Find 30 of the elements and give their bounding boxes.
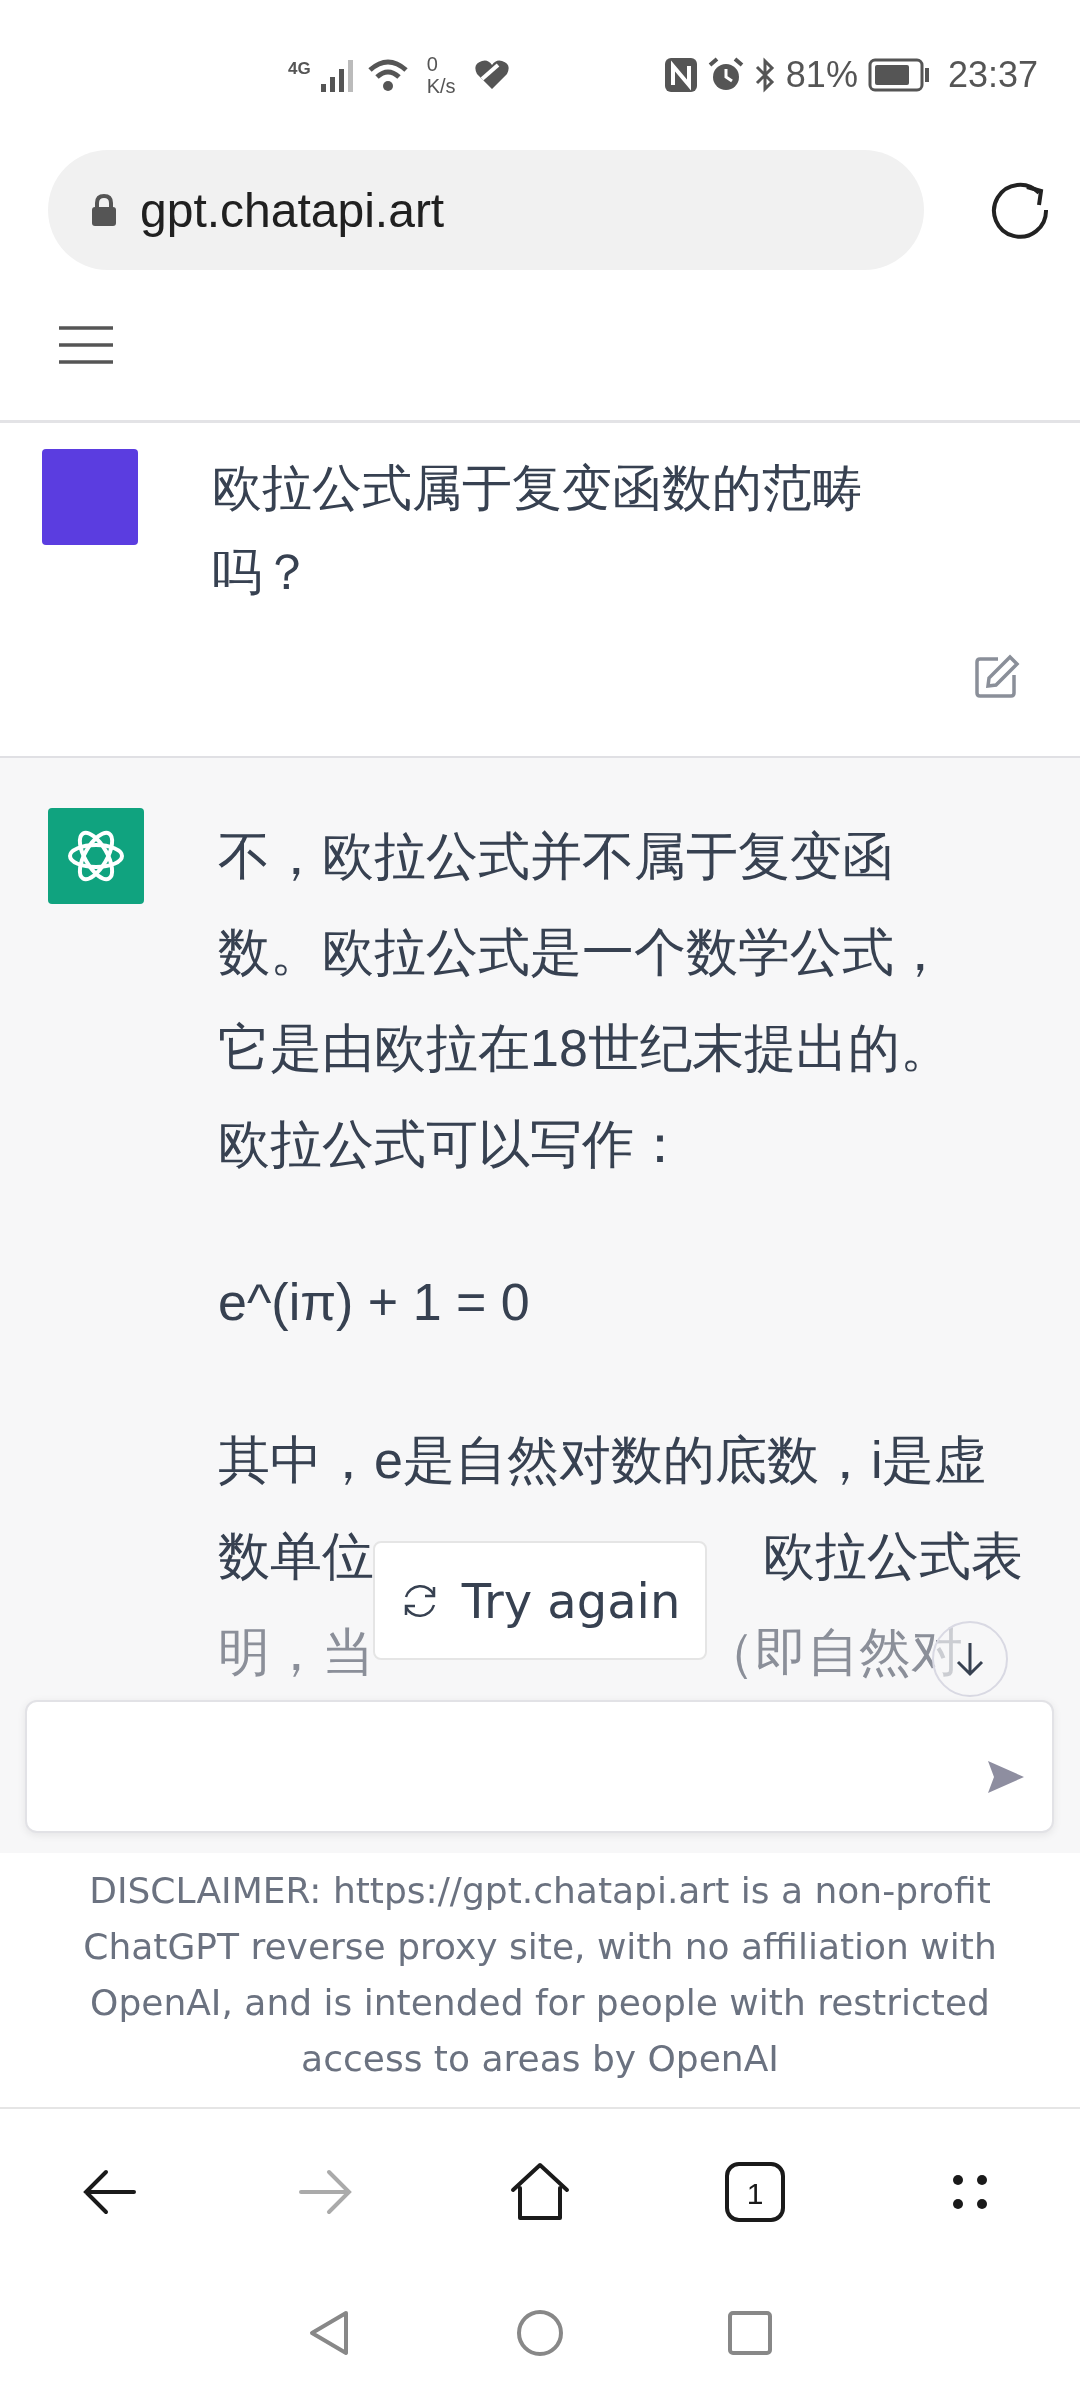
send-icon[interactable] [986,1759,1026,1795]
clock-time: 23:37 [947,54,1038,96]
tabs-button[interactable]: 1 [705,2142,805,2242]
address-bar[interactable]: gpt.chatapi.art [48,150,924,270]
house-icon[interactable] [510,2162,570,2222]
lock-icon [90,193,118,227]
wifi-icon [366,58,409,92]
network-type: 4G [288,59,311,79]
answer-text: 明，当 [218,1622,374,1683]
battery-icon [867,58,930,92]
user-message: 欧拉公式属于复变函数的范畴吗？ [212,459,863,602]
nfc-icon [663,57,698,93]
square-icon[interactable] [726,2308,774,2357]
bluetooth-icon [753,57,776,93]
try-again-button[interactable]: Try again [373,1541,707,1660]
url-text: gpt.chatapi.art [140,182,445,238]
alarm-icon [707,57,744,93]
heart-icon [473,59,510,91]
message-input[interactable] [25,1700,1054,1833]
network-speed: 0 K/s [426,53,456,97]
answer-text: 其中，e是自然对数的底数，i是虚 [218,1430,987,1491]
tabs-icon[interactable]: 1 [724,2161,786,2223]
answer-text: 欧拉公式表 [763,1526,1023,1587]
disclaimer-text: DISCLAIMER: https://gpt.chatapi.art is a non-profit ChatGPT reverse proxy site, with no affiliation with OpenAI, and is intended for people with restricted access to areas by OpenAI [0,1853,1080,2109]
answer-text: 数单位 [218,1526,374,1587]
menu-icon[interactable] [57,325,115,365]
answer-paragraph: 不，欧拉公式并不属于复变函数。欧拉公式是一个数学公式，它是由欧拉在18世纪末提出的。欧拉公式可以写作： [218,826,953,1175]
battery-percent: 81% [785,54,858,96]
circle-icon[interactable] [516,2308,564,2357]
answer-paragraph: e^(iπ) + 1 = 0 [218,1272,531,1333]
